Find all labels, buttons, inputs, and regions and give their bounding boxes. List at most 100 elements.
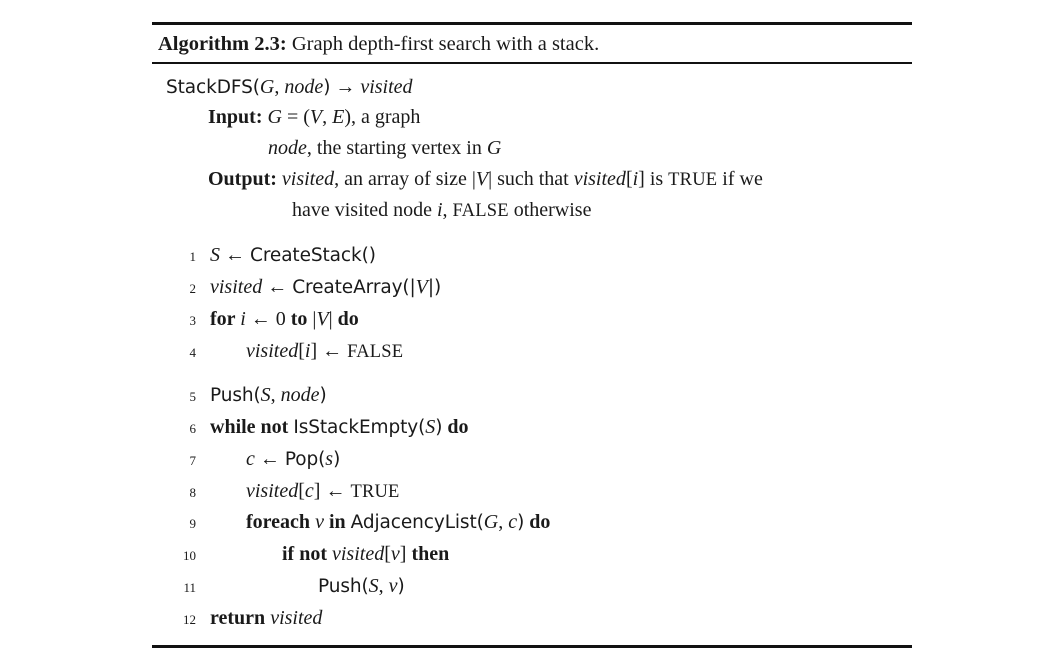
signature-open-paren: ( <box>252 77 260 99</box>
assign-arrow-icon: ← <box>220 244 250 267</box>
code-line-text: visited ← CreateArray(|V|) <box>210 272 912 304</box>
visited-variable: visited <box>210 275 263 298</box>
vertices-symbol: V <box>415 275 428 298</box>
stack-variable: S <box>368 575 379 598</box>
code-line-number: 4 <box>189 344 197 360</box>
signature-return-value: visited <box>360 76 413 99</box>
paren-close: ) <box>319 385 327 407</box>
code-line: 4 visited[i] ← FALSE <box>152 336 912 368</box>
code-line: 10 if not visited[v] then <box>152 539 912 571</box>
push-call: Push( <box>318 576 369 598</box>
adjacency-list-call: AdjacencyList( <box>350 512 484 534</box>
create-array-call: CreateArray(| <box>292 276 416 298</box>
keyword-foreach: foreach <box>246 511 316 534</box>
code-line-text: return visited <box>210 603 912 635</box>
code-line-text: if not visited[v] then <box>210 539 912 571</box>
spec-output-vertices: V <box>475 168 489 191</box>
spec-output-line-2: have visited node i, FALSE otherwise <box>152 195 912 226</box>
is-stack-empty-call: IsStackEmpty( <box>293 417 426 439</box>
assign-arrow-icon: ← <box>317 339 348 362</box>
arg-separator: , <box>270 384 281 407</box>
code-line: 11 Push(S, v) <box>152 571 912 603</box>
code-line-number: 7 <box>189 452 197 468</box>
code-line: 8 visited[c] ← TRUE <box>152 476 912 508</box>
spec-input-label: Input: <box>208 106 263 129</box>
spec-input-eq: = ( <box>281 106 310 129</box>
code-line-text: Push(S, v) <box>210 571 912 603</box>
code-line-text: for i ← 0 to |V| do <box>210 304 912 336</box>
algorithm-figure: Algorithm 2.3: Graph depth-first search … <box>152 22 912 648</box>
code-line-number: 2 <box>189 280 197 296</box>
assign-arrow-icon: ← <box>245 307 276 330</box>
stack-variable: S <box>425 416 436 439</box>
keyword-if-not: if not <box>282 543 332 566</box>
code-line-number: 6 <box>189 421 197 437</box>
code-line-number: 10 <box>183 548 196 564</box>
code-line: 12 return visited <box>152 603 912 635</box>
spec-output-text-3: ] is <box>638 168 669 191</box>
keyword-while-not: while not <box>210 416 294 439</box>
keyword-then: then <box>406 543 450 566</box>
code-line-number: 5 <box>189 389 197 405</box>
spec-output-true: TRUE <box>668 170 718 191</box>
code-line-text: foreach v in AdjacencyList(G, c) do <box>210 507 912 539</box>
code-line-number: 11 <box>183 580 196 596</box>
spec-input-node-desc: , the starting vertex in <box>306 137 487 160</box>
spec-output-visited: visited <box>281 168 335 191</box>
paren-close: ) <box>333 448 341 470</box>
create-stack-call: CreateStack() <box>250 245 376 267</box>
code-line: 1 S ← CreateStack() <box>152 240 912 272</box>
neighbor-variable: v <box>390 543 400 566</box>
spec-output-line-1: Output: visited, an array of size |V| su… <box>152 164 912 195</box>
current-variable: c <box>508 511 518 534</box>
algorithm-signature: StackDFS(G, node) → visited <box>152 73 912 102</box>
graph-variable: G <box>483 511 499 534</box>
spec-output-comma: , <box>442 199 453 222</box>
keyword-for: for <box>210 307 241 330</box>
algorithm-body: StackDFS(G, node) → visited Input: G = (… <box>152 64 912 635</box>
visited-variable: visited <box>332 543 385 566</box>
pop-call: Pop( <box>284 448 326 470</box>
spec-input-edges: E <box>332 106 345 129</box>
code-line: 5 Push(S, node) <box>152 380 912 412</box>
spec-output-text-1: , an array of size | <box>334 168 476 191</box>
code-line-text: visited[c] ← TRUE <box>210 476 912 508</box>
arg-separator: , <box>378 575 389 598</box>
code-line-number: 1 <box>189 249 197 265</box>
neighbor-variable: v <box>388 575 398 598</box>
code-line-number: 3 <box>189 312 197 328</box>
assign-arrow-icon: ← <box>262 275 293 298</box>
spec-output-text-5: have visited node <box>292 199 437 222</box>
spec-output-text-6: otherwise <box>508 199 592 222</box>
stack-variable: S <box>260 384 271 407</box>
push-call: Push( <box>210 385 261 407</box>
signature-close-paren: ) <box>323 77 331 99</box>
code-line: 2 visited ← CreateArray(|V|) <box>152 272 912 304</box>
code-line-number: 8 <box>189 484 197 500</box>
stack-variable: S <box>210 244 220 267</box>
spec-input-line-1: Input: G = (V, E), a graph <box>152 102 912 133</box>
assign-arrow-icon: ← <box>254 447 285 470</box>
code-line: 3 for i ← 0 to |V| do <box>152 304 912 336</box>
algorithm-caption: Algorithm 2.3: Graph depth-first search … <box>152 25 912 62</box>
literal-true: TRUE <box>350 481 400 502</box>
spec-input-rest: ), a graph <box>344 106 421 129</box>
code-line-text: while not IsStackEmpty(S) do <box>210 412 912 444</box>
signature-arrow-icon: → <box>335 76 356 99</box>
keyword-do: do <box>332 307 359 330</box>
current-variable: c <box>304 479 314 502</box>
visited-variable: visited <box>246 339 299 362</box>
bracket-open: [ <box>384 543 391 566</box>
code-line-text: Push(S, node) <box>210 380 912 412</box>
spec-output-text-2: | such that <box>488 168 574 191</box>
keyword-return: return <box>210 606 271 629</box>
arg-separator: , <box>498 511 509 534</box>
code-line-number: 12 <box>183 611 196 627</box>
signature-arg-graph: G <box>259 76 275 99</box>
code-line: 9 foreach v in AdjacencyList(G, c) do <box>152 507 912 539</box>
current-variable: c <box>246 447 255 470</box>
visited-variable: visited <box>270 606 323 629</box>
assign-arrow-icon: ← <box>320 479 351 502</box>
code-line-text: c ← Pop(s) <box>210 444 912 476</box>
code-line-number: 9 <box>189 516 197 532</box>
